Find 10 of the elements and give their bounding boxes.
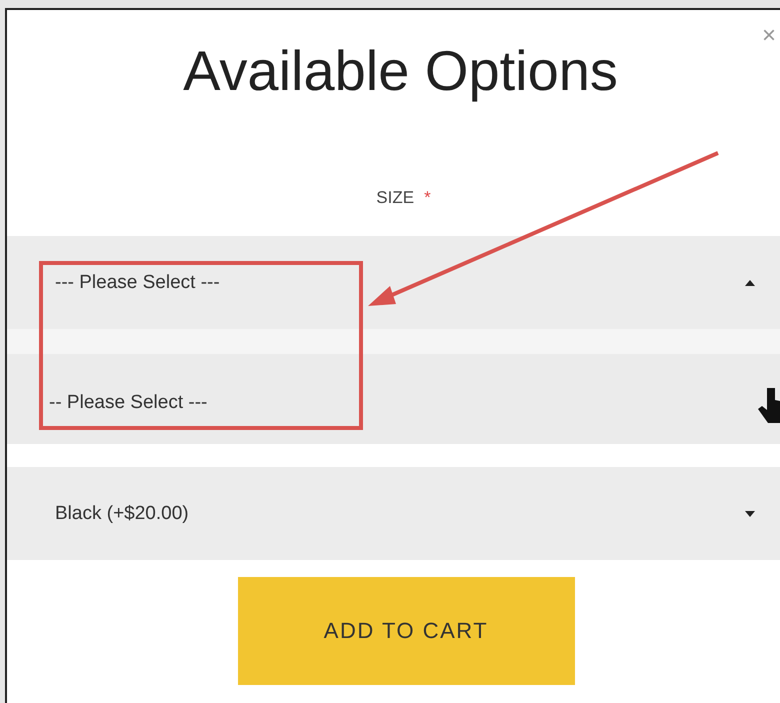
caret-up-icon xyxy=(745,280,755,286)
color-select[interactable]: Black (+$20.00) xyxy=(7,467,780,560)
caret-down-icon xyxy=(745,510,755,516)
hand-cursor-icon xyxy=(758,388,780,423)
required-mark: * xyxy=(424,188,431,208)
field-label: SIZE xyxy=(376,188,414,208)
dialog-title: Available Options xyxy=(182,38,619,104)
size-select[interactable]: --- Please Select --- xyxy=(7,236,780,329)
dropdown-option[interactable]: -- Please Select --- xyxy=(7,354,780,444)
add-to-cart-button[interactable]: ADD TO CART xyxy=(238,577,574,685)
